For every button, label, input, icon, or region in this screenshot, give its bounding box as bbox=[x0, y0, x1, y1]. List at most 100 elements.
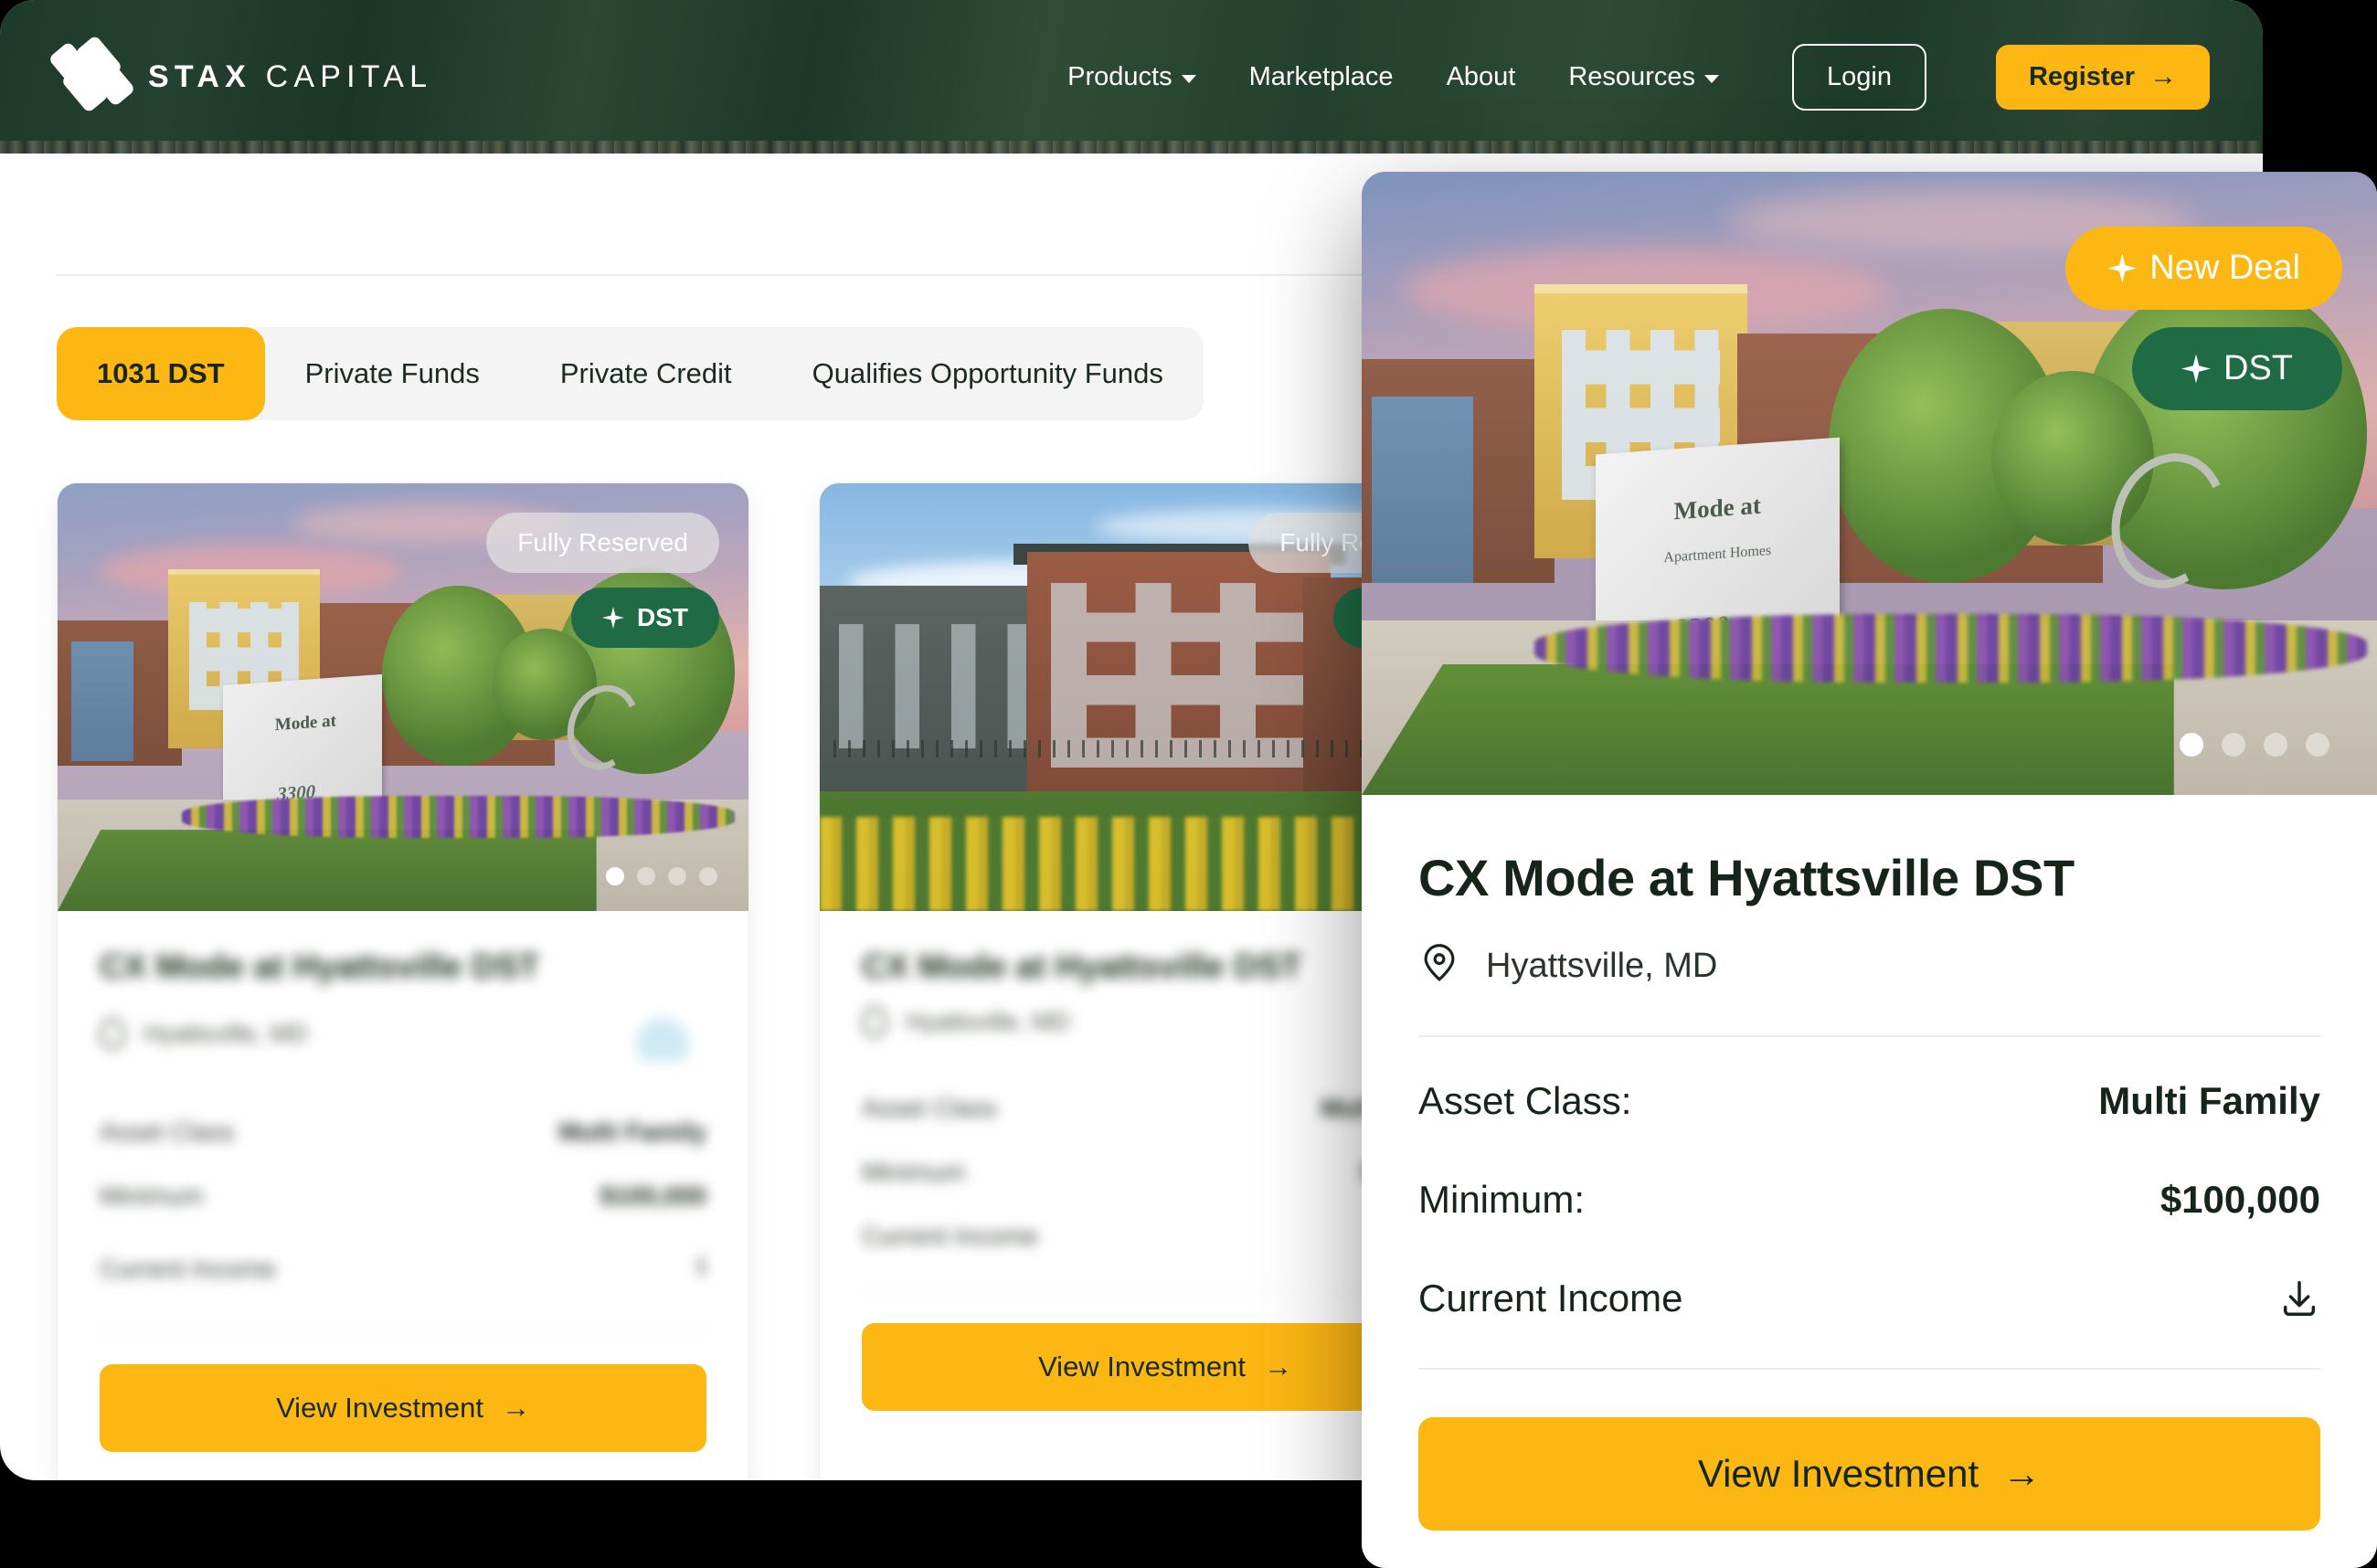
brand-name: STAX CAPITAL bbox=[148, 59, 432, 95]
featured-deal-location: Hyattsville, MD bbox=[1418, 942, 2320, 990]
featured-deal-card[interactable]: Mode at Apartment Homes 3300 New Deal DS… bbox=[1362, 172, 2377, 1568]
attribute-row: Current Income ⭳ bbox=[100, 1234, 706, 1316]
deal-card[interactable]: Mode at 3300 Fully Reserved DST CX Mode … bbox=[57, 482, 749, 1480]
carousel-dot-2[interactable] bbox=[2222, 733, 2245, 757]
attribute-label: Asset Class bbox=[100, 1118, 235, 1146]
nav-label-resources: Resources bbox=[1568, 61, 1695, 91]
attribute-row: Current Income bbox=[1418, 1249, 2320, 1348]
brand-logo[interactable]: STAX CAPITAL bbox=[48, 34, 432, 114]
featured-deal-body: CX Mode at Hyattsville DST Hyattsville, … bbox=[1362, 795, 2377, 1370]
nav-item-about[interactable]: About bbox=[1447, 62, 1516, 92]
sparkle-icon bbox=[602, 607, 624, 629]
arrow-right-icon: → bbox=[2149, 61, 2177, 91]
status-badge-fully-reserved: Fully Reserved bbox=[486, 513, 719, 573]
login-button[interactable]: Login bbox=[1791, 43, 1926, 111]
view-investment-button[interactable]: View Investment → bbox=[100, 1364, 706, 1452]
attribute-label: Current Income bbox=[1418, 1277, 1683, 1319]
page-title: CX Mode at Hyattsville DST bbox=[1418, 849, 2075, 906]
deal-card-photo[interactable]: Mode at 3300 Fully Reserved DST bbox=[58, 483, 748, 911]
deal-card-location: Hyattsville, MD bbox=[100, 1006, 706, 1061]
attribute-value: $100,000 bbox=[600, 1181, 706, 1210]
download-icon[interactable] bbox=[2278, 1277, 2320, 1319]
featured-deal-cta-wrap: View Investment → bbox=[1362, 1370, 2377, 1531]
attribute-label: Asset Class bbox=[862, 1094, 997, 1122]
type-badge-dst: DST bbox=[571, 588, 719, 648]
deal-card-title: CX Mode at Hyattsville DST bbox=[100, 948, 540, 985]
carousel-dots[interactable] bbox=[2180, 733, 2329, 757]
new-deal-badge-label: New Deal bbox=[2149, 249, 2300, 287]
nav-label-about: About bbox=[1446, 61, 1516, 91]
carousel-dot-3[interactable] bbox=[2264, 733, 2287, 757]
featured-deal-location-text: Hyattsville, MD bbox=[1486, 946, 1718, 985]
type-badge-label: DST bbox=[637, 603, 688, 631]
featured-deal-attributes: Asset Class: Multi Family Minimum: $100,… bbox=[1418, 1037, 2320, 1348]
site-header: STAX CAPITAL Products Marketplace About bbox=[0, 0, 2263, 154]
sponsor-logo bbox=[619, 1006, 706, 1061]
nav-label-products: Products bbox=[1067, 61, 1173, 91]
stax-diamond-logo-icon bbox=[48, 34, 136, 114]
attribute-label: Asset Class: bbox=[1418, 1079, 1632, 1122]
deal-card-cta-wrap: View Investment → bbox=[58, 1333, 748, 1480]
sparkle-icon bbox=[2181, 354, 2211, 384]
arrow-right-icon: → bbox=[501, 1392, 530, 1424]
deal-card-body: CX Mode at Hyattsville DST Hyattsville, … bbox=[58, 911, 748, 1333]
map-pin-icon bbox=[1424, 944, 1455, 981]
type-badge-label: DST bbox=[2223, 349, 2293, 387]
attribute-label: Minimum bbox=[100, 1181, 204, 1210]
attribute-row: Asset Class Multi Family bbox=[100, 1107, 706, 1171]
carousel-dots[interactable] bbox=[606, 867, 717, 885]
map-pin-icon bbox=[862, 1006, 887, 1037]
card-divider bbox=[100, 1332, 706, 1333]
view-investment-label: View Investment bbox=[1697, 1452, 1979, 1495]
register-button-label: Register bbox=[2028, 61, 2135, 91]
brand-name-light: CAPITAL bbox=[265, 58, 433, 94]
arrow-right-icon: → bbox=[2002, 1452, 2042, 1495]
tab-qualifies-opportunity-funds[interactable]: Qualifies Opportunity Funds bbox=[772, 327, 1204, 420]
attribute-value: Multi Family bbox=[558, 1118, 706, 1146]
new-deal-badge: New Deal bbox=[2065, 227, 2342, 310]
nav-label-marketplace: Marketplace bbox=[1248, 61, 1394, 91]
carousel-dot-1[interactable] bbox=[2180, 733, 2203, 757]
attribute-row: Minimum $100,000 bbox=[100, 1171, 706, 1234]
sparkle-icon bbox=[2107, 253, 2138, 283]
carousel-dot-4[interactable] bbox=[699, 867, 717, 885]
arrow-right-icon: → bbox=[1263, 1351, 1292, 1383]
carousel-dot-4[interactable] bbox=[2306, 733, 2329, 757]
carousel-dot-3[interactable] bbox=[668, 867, 686, 885]
chevron-down-icon bbox=[1703, 75, 1719, 83]
map-pin-icon bbox=[100, 1018, 125, 1049]
photo-sign-sub: Apartment Homes bbox=[1662, 542, 1771, 566]
main-navigation: Products Marketplace About Resources Log… bbox=[1067, 43, 2210, 111]
nav-item-marketplace[interactable]: Marketplace bbox=[1249, 62, 1394, 92]
nav-item-resources[interactable]: Resources bbox=[1568, 62, 1719, 92]
attribute-label: Minimum: bbox=[1418, 1178, 1586, 1221]
featured-deal-photo[interactable]: Mode at Apartment Homes 3300 New Deal DS… bbox=[1362, 172, 2377, 795]
view-investment-button[interactable]: View Investment → bbox=[1418, 1417, 2320, 1531]
type-badge-dst: DST bbox=[2132, 327, 2342, 410]
brand-name-bold: STAX bbox=[148, 58, 251, 94]
attribute-row: Asset Class: Multi Family bbox=[1418, 1052, 2320, 1150]
attribute-value: Multi Family bbox=[2098, 1079, 2320, 1122]
attribute-label: Current Income bbox=[862, 1222, 1038, 1250]
tab-1031-dst[interactable]: 1031 DST bbox=[57, 327, 265, 420]
tab-private-funds[interactable]: Private Funds bbox=[265, 327, 520, 420]
attribute-row: Minimum: $100,000 bbox=[1418, 1150, 2320, 1249]
download-icon[interactable]: ⭳ bbox=[697, 1245, 707, 1292]
filter-tab-bar: 1031 DST Private Funds Private Credit Qu… bbox=[57, 327, 1204, 420]
carousel-dot-1[interactable] bbox=[606, 867, 624, 885]
view-investment-label: View Investment bbox=[1038, 1351, 1246, 1383]
deal-card-location-text: Hyattsville, MD bbox=[906, 1007, 1071, 1035]
photo-sign-line1: Mode at bbox=[1673, 491, 1761, 524]
chevron-down-icon bbox=[1181, 75, 1196, 83]
attribute-label: Current Income bbox=[100, 1254, 276, 1283]
attribute-value: $100,000 bbox=[2159, 1178, 2320, 1221]
view-investment-label: View Investment bbox=[276, 1392, 483, 1424]
nav-item-products[interactable]: Products bbox=[1067, 61, 1196, 92]
attribute-label: Minimum bbox=[862, 1158, 966, 1186]
tab-private-credit[interactable]: Private Credit bbox=[520, 327, 772, 420]
register-button[interactable]: Register → bbox=[1995, 44, 2210, 110]
deal-card-location-text: Hyattsville, MD bbox=[143, 1019, 309, 1047]
carousel-dot-2[interactable] bbox=[637, 867, 655, 885]
photo-sign-text: Mode at bbox=[275, 711, 337, 736]
deal-card-attributes: Asset Class Multi Family Minimum $100,00… bbox=[100, 1107, 706, 1316]
